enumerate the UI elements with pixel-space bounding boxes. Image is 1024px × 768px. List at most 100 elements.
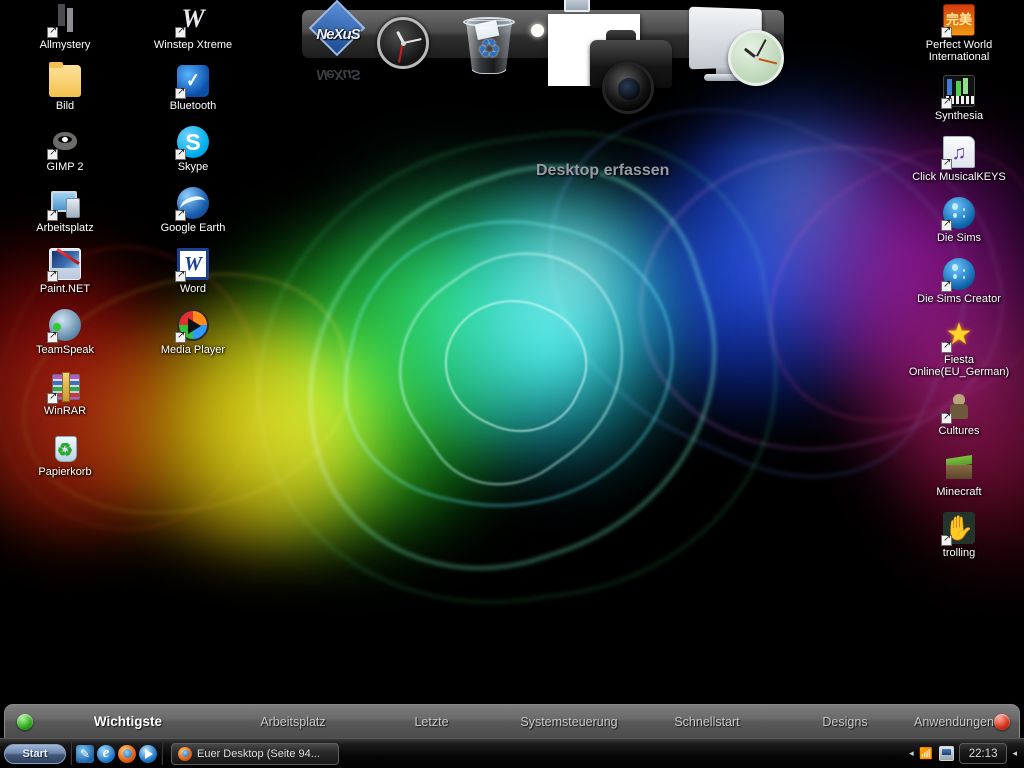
internet-explorer-icon[interactable] — [97, 744, 115, 763]
desktop-icon-bluetooth[interactable]: Bluetooth — [138, 65, 248, 112]
menu-item-wichtigste[interactable]: Wichtigste — [33, 714, 223, 729]
shortcut-arrow-icon — [47, 208, 58, 221]
desktop-icon-label: Paint.NET — [39, 283, 91, 295]
desktop-icon-trolling[interactable]: trolling — [904, 512, 1014, 559]
dock-item-recycle-bin[interactable]: ♻ — [458, 12, 520, 80]
folder-icon — [49, 62, 81, 97]
network-icon[interactable] — [919, 746, 934, 761]
desktop-icon-arbeitsplatz[interactable]: Arbeitsplatz — [10, 187, 120, 234]
desktop-icon-winrar[interactable]: WinRAR — [10, 370, 120, 417]
menu-item-letzte[interactable]: Letzte — [363, 715, 500, 729]
die-sims-creator-icon — [941, 258, 975, 292]
shortcut-arrow-icon — [941, 157, 952, 170]
desktop-icon-bild[interactable]: Bild — [10, 62, 120, 112]
shortcut-arrow-icon — [941, 340, 952, 353]
desktop-icon-label: Fiesta Online(EU_German) — [908, 354, 1010, 378]
desktop-icon-winstep-xtreme[interactable]: W Winstep Xtreme — [138, 4, 248, 51]
dock-item-monitor-clock[interactable] — [689, 6, 788, 98]
desktop-icon-label: TeamSpeak — [35, 344, 95, 356]
dock-item-nexus-logo[interactable]: NeXuS NeXuS — [305, 0, 371, 83]
desktop-icon-papierkorb[interactable]: Papierkorb — [10, 431, 120, 478]
shortcut-arrow-icon — [175, 147, 186, 160]
shortcut-arrow-icon — [941, 25, 952, 38]
tray-expand-right-icon[interactable]: ◂ — [1012, 748, 1017, 759]
tray-clock[interactable]: 22:13 — [958, 743, 1008, 764]
desktop-icon-gimp[interactable]: GIMP 2 — [10, 126, 120, 173]
shortcut-arrow-icon — [47, 269, 58, 282]
fiesta-online-icon: ★ — [941, 319, 975, 353]
shortcut-arrow-icon — [175, 25, 186, 38]
desktop-icon-label: Winstep Xtreme — [153, 39, 233, 51]
desktop-icon-label: WinRAR — [43, 405, 87, 417]
desktop-icon-synthesia[interactable]: Synthesia — [904, 75, 1014, 122]
system-tray: ◂ 22:13 ◂ — [906, 743, 1020, 765]
firefox-icon[interactable] — [118, 744, 136, 763]
paint-net-icon — [47, 248, 81, 282]
dock-item-screen-capture[interactable] — [531, 0, 676, 124]
quick-launch-bar — [76, 744, 157, 763]
menu-item-anwendungen[interactable]: Anwendungen — [914, 715, 994, 729]
winrar-icon — [47, 370, 81, 404]
camera-lens-icon — [602, 62, 654, 114]
desktop-icon-label: Skype — [177, 161, 209, 173]
my-computer-icon — [47, 187, 81, 221]
display-icon[interactable] — [938, 746, 954, 761]
menu-item-designs[interactable]: Designs — [776, 715, 914, 729]
task-button-label: Euer Desktop (Seite 94... — [197, 747, 320, 760]
recycle-symbol-icon: ♻ — [477, 34, 501, 64]
menu-item-schnellstart[interactable]: Schnellstart — [638, 715, 776, 729]
allmystery-icon — [47, 4, 81, 38]
desktop-icon-die-sims[interactable]: Die Sims — [904, 197, 1014, 244]
nexus-logo-reflection: NeXuS — [316, 66, 360, 83]
tray-expand-left-icon[interactable]: ◂ — [909, 748, 914, 759]
desktop-icon-label: Cultures — [938, 425, 980, 437]
winstep-menu-bar[interactable]: Wichtigste Arbeitsplatz Letzte Systemste… — [4, 704, 1020, 738]
shortcut-arrow-icon — [941, 96, 952, 109]
desktop-icon-label: Minecraft — [936, 486, 982, 498]
desktop-icon-allmystery[interactable]: Allmystery — [10, 4, 120, 51]
windows-media-player-icon[interactable] — [139, 744, 157, 763]
desktop-icon-media-player[interactable]: Media Player — [138, 309, 248, 356]
teamspeak-icon — [47, 309, 81, 343]
task-button-firefox[interactable]: Euer Desktop (Seite 94... — [171, 742, 339, 765]
desktop-icon-label: Word — [179, 283, 207, 295]
shortcut-arrow-icon — [941, 533, 952, 546]
desktop-icon-minecraft[interactable]: Minecraft — [904, 451, 1014, 498]
desktop-icon-label: Click MusicalKEYS — [912, 171, 1006, 183]
desktop-icon-fiesta-online[interactable]: ★ Fiesta Online(EU_German) — [904, 319, 1014, 379]
desktop-icon-label: Allmystery — [39, 39, 91, 51]
desktop-icon-skype[interactable]: Skype — [138, 126, 248, 173]
taskbar-divider — [70, 742, 72, 765]
desktop-icon-musical-keys[interactable]: Click MusicalKEYS — [904, 136, 1014, 183]
desktop-icon-label: trolling — [942, 547, 976, 559]
power-orb-red-icon[interactable] — [993, 713, 1010, 730]
menu-item-systemsteuerung[interactable]: Systemsteuerung — [500, 715, 638, 729]
start-orb-green-icon[interactable] — [17, 713, 33, 730]
musical-keys-icon — [941, 136, 975, 170]
shortcut-arrow-icon — [941, 218, 952, 231]
dock-tooltip: Desktop erfassen — [536, 162, 670, 179]
menu-item-arbeitsplatz[interactable]: Arbeitsplatz — [223, 715, 363, 729]
dock-item-analog-clock[interactable] — [377, 17, 429, 69]
desktop-icon-label: Bild — [55, 100, 75, 112]
desktop-icon-die-sims-creator[interactable]: Die Sims Creator — [904, 258, 1014, 305]
desktop-icon-paintnet[interactable]: Paint.NET — [10, 248, 120, 295]
taskbar-divider — [161, 742, 163, 765]
desk-clock-icon — [728, 30, 784, 86]
desktop-icon-label: GIMP 2 — [46, 161, 84, 173]
outlook-express-icon[interactable] — [76, 744, 94, 763]
desktop-icon-cultures[interactable]: Cultures — [904, 390, 1014, 437]
desktop-icon-google-earth[interactable]: Google Earth — [138, 187, 248, 234]
minecraft-icon — [943, 451, 975, 483]
shortcut-arrow-icon — [941, 411, 952, 424]
shortcut-arrow-icon — [47, 25, 58, 38]
shortcut-arrow-icon — [47, 147, 58, 160]
desktop-icon-perfect-world[interactable]: Perfect World International — [904, 4, 1014, 63]
word-icon — [175, 248, 209, 282]
synthesia-icon — [941, 75, 975, 109]
desktop-icon-column-left: Allmystery Bild GIMP 2 Arbeitsplatz Pain… — [10, 4, 120, 490]
shortcut-arrow-icon — [175, 208, 186, 221]
desktop-icon-word[interactable]: Word — [138, 248, 248, 295]
desktop-icon-teamspeak[interactable]: TeamSpeak — [10, 309, 120, 356]
start-button[interactable]: Start — [4, 743, 66, 764]
